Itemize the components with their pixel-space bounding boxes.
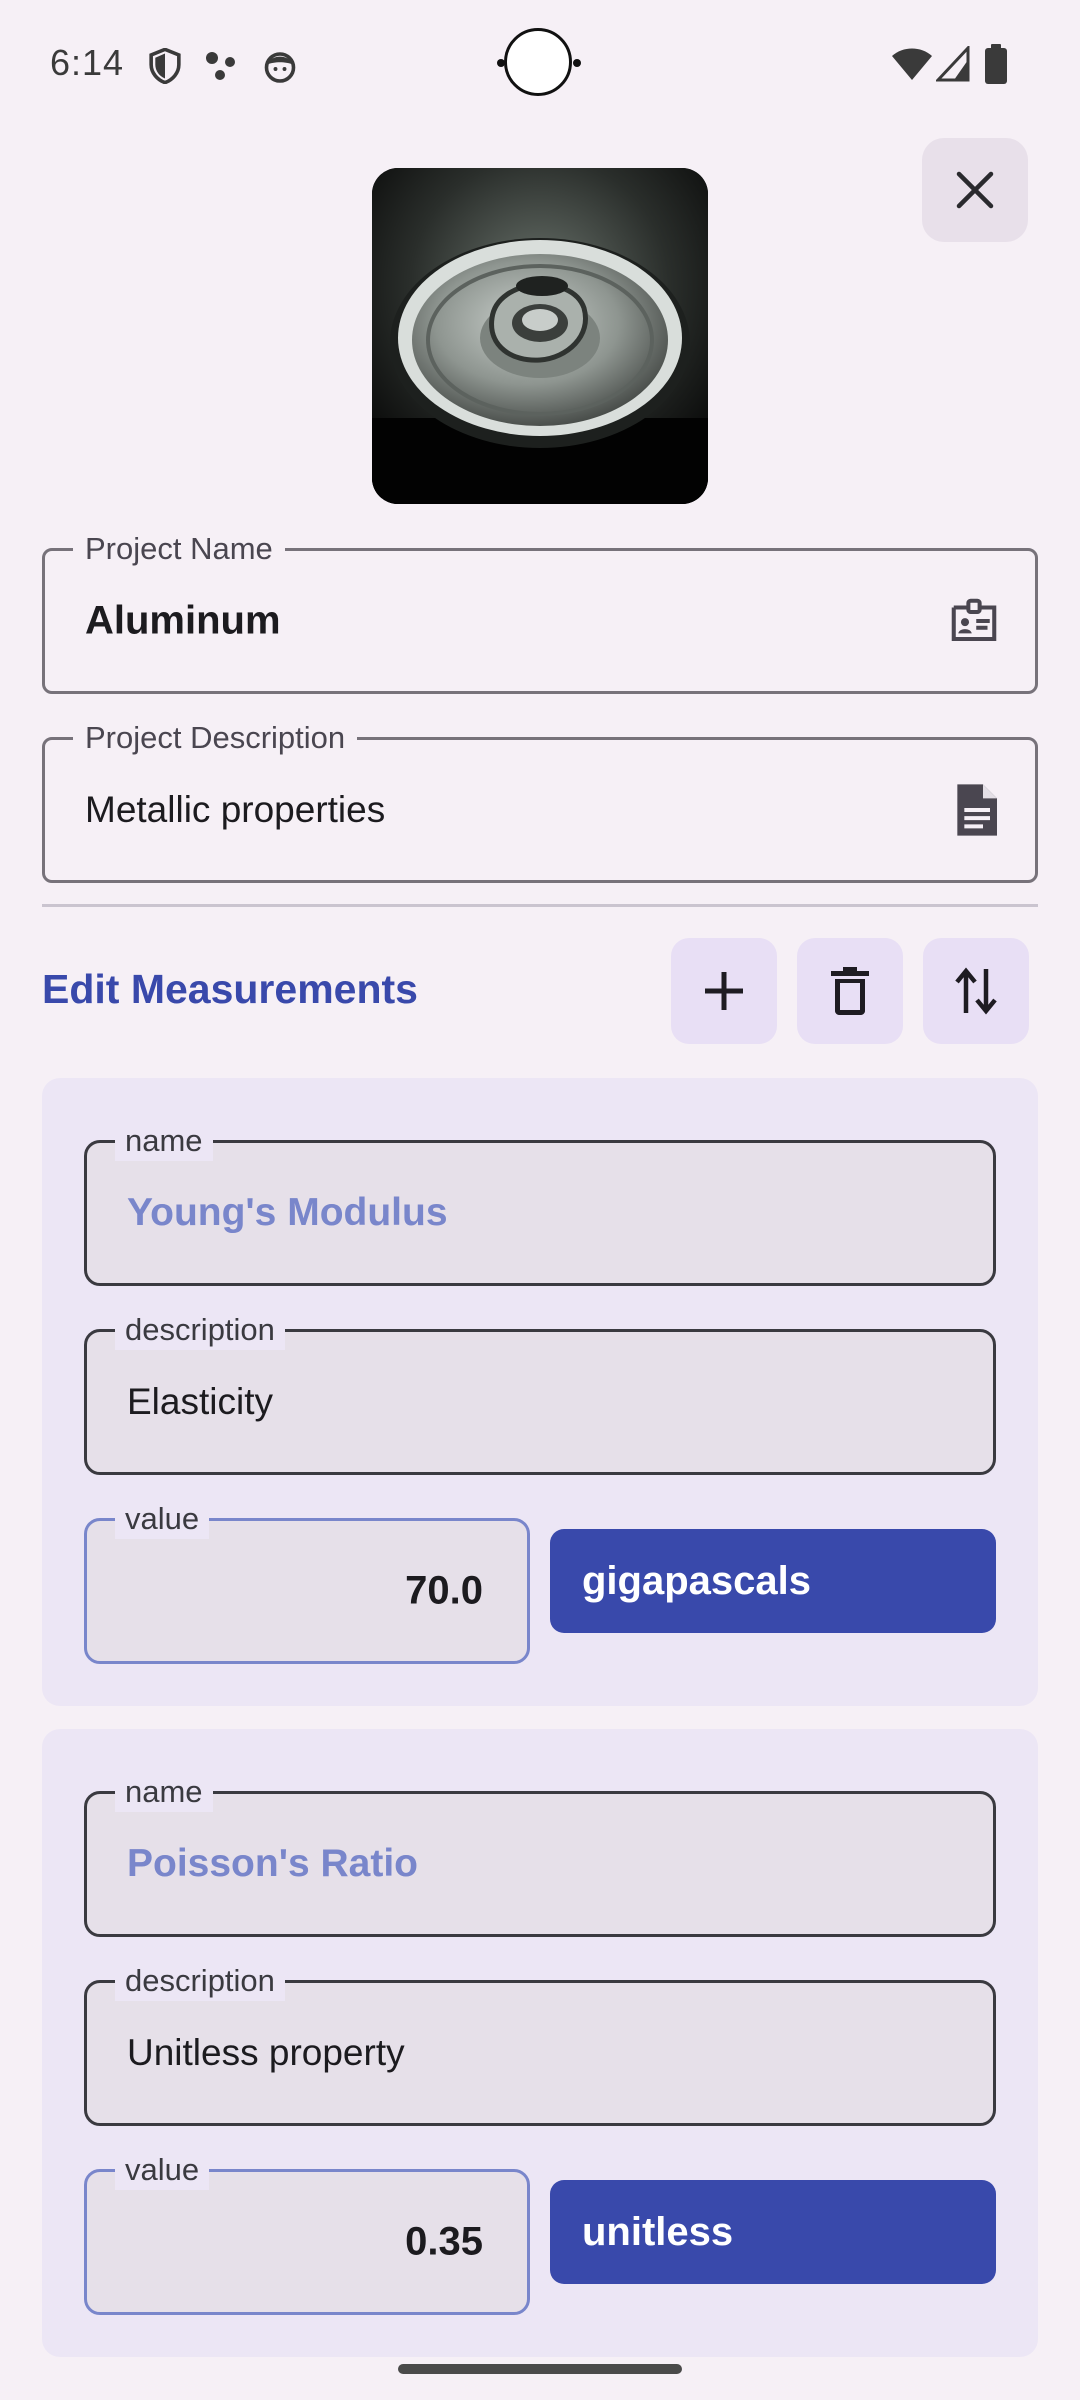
measurement-description-label: description — [115, 1961, 285, 2001]
home-indicator[interactable] — [398, 2364, 682, 2374]
project-name-field[interactable]: Project Name Aluminum — [42, 529, 1038, 694]
measurement-value-label: value — [115, 1499, 210, 1539]
measurement-name-value: Poisson's Ratio — [127, 1842, 418, 1885]
wifi-icon — [892, 48, 932, 80]
measurement-description-field[interactable]: description Elasticity — [84, 1310, 996, 1475]
measurement-value: 0.35 — [405, 2219, 483, 2264]
measurement-name-label: name — [115, 1121, 213, 1161]
project-image[interactable] — [372, 168, 708, 504]
trash-icon — [831, 967, 869, 1015]
plus-icon — [705, 972, 743, 1010]
project-name-label: Project Name — [73, 529, 285, 569]
measurement-card: name Young's Modulus description Elastic… — [42, 1078, 1038, 1706]
measurement-unit-button[interactable]: unitless — [550, 2180, 996, 2284]
measurement-card: name Poisson's Ratio description Unitles… — [42, 1729, 1038, 2357]
measurement-name-field[interactable]: name Poisson's Ratio — [84, 1772, 996, 1937]
measurement-value-label: value — [115, 2150, 210, 2190]
project-description-label: Project Description — [73, 718, 358, 758]
document-icon — [957, 784, 997, 836]
dots-icon — [206, 52, 235, 80]
close-button[interactable] — [922, 138, 1028, 242]
close-icon — [956, 171, 994, 209]
sort-measurements-button[interactable] — [923, 938, 1029, 1044]
measurement-description-label: description — [115, 1310, 285, 1350]
status-bar: 6:14 — [0, 0, 1080, 130]
project-description-field[interactable]: Project Description Metallic properties — [42, 718, 1038, 883]
measurement-description-field[interactable]: description Unitless property — [84, 1961, 996, 2126]
camera-cutout — [504, 28, 572, 96]
delete-measurement-button[interactable] — [797, 938, 903, 1044]
screen: 6:14 Project Name Aluminum Project Descr… — [0, 0, 1080, 2400]
project-name-value: Aluminum — [85, 598, 281, 643]
status-time: 6:14 — [50, 42, 125, 83]
add-measurement-button[interactable] — [671, 938, 777, 1044]
measurement-value-field[interactable]: value 70.0 — [84, 1499, 530, 1664]
measurement-name-label: name — [115, 1772, 213, 1812]
measurement-description-value: Elasticity — [127, 1381, 273, 1422]
divider — [42, 904, 1038, 907]
camera-sensor-right — [573, 59, 581, 67]
face-icon — [264, 52, 296, 83]
measurement-name-value: Young's Modulus — [127, 1191, 448, 1234]
measurement-description-value: Unitless property — [127, 2032, 405, 2073]
edit-measurements-title: Edit Measurements — [42, 966, 418, 1012]
measurement-unit-button[interactable]: gigapascals — [550, 1529, 996, 1633]
measurement-value: 70.0 — [405, 1568, 483, 1613]
pull-tab-can-image — [372, 168, 708, 504]
badge-icon — [951, 598, 997, 642]
shield-icon — [149, 48, 181, 84]
signal-icon — [936, 46, 970, 82]
project-description-value: Metallic properties — [85, 789, 386, 830]
swap-vertical-icon — [955, 967, 997, 1015]
battery-icon — [985, 44, 1007, 84]
measurement-value-field[interactable]: value 0.35 — [84, 2150, 530, 2315]
measurement-name-field[interactable]: name Young's Modulus — [84, 1121, 996, 1286]
